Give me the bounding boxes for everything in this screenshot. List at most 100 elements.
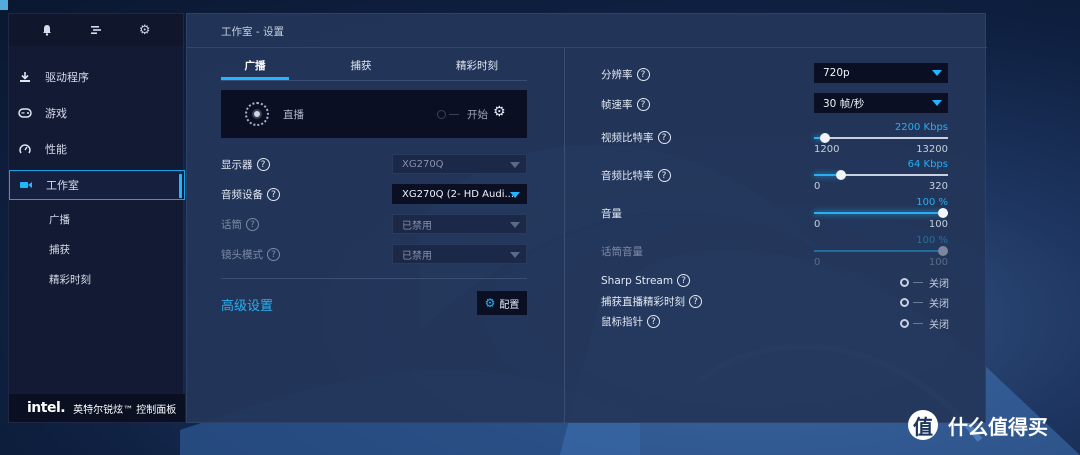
capture-highlights-toggle[interactable]: 关闭 xyxy=(900,295,949,310)
sidebar-top-bar: ⚙ xyxy=(9,14,183,46)
start-toggle[interactable] xyxy=(437,110,446,119)
sharp-stream-label: Sharp Stream? xyxy=(601,274,691,287)
app-name: 英特尔锐炫™ 控制面板 xyxy=(73,404,177,416)
help-icon[interactable]: ? xyxy=(647,315,660,328)
field-label: 显示器? xyxy=(221,157,270,172)
mouse-pointer-label: 鼠标指针? xyxy=(601,314,660,329)
watermark: 值 什么值得买 xyxy=(908,410,1048,440)
mic-select: 已禁用 xyxy=(392,214,527,234)
chevron-down-icon xyxy=(510,162,520,168)
help-icon[interactable]: ? xyxy=(267,188,280,201)
sidebar-subitem-broadcast[interactable]: 广播 xyxy=(49,212,70,227)
broadcast-icon xyxy=(245,102,269,126)
gamepad-icon xyxy=(17,108,33,118)
sidebar-item-label: 驱动程序 xyxy=(45,71,89,84)
resolution-select[interactable]: 720p xyxy=(814,63,948,83)
help-icon[interactable]: ? xyxy=(657,169,671,182)
chevron-down-icon xyxy=(932,70,942,76)
help-icon[interactable]: ? xyxy=(636,98,650,111)
slider-max: 13200 xyxy=(916,144,948,155)
help-icon[interactable]: ? xyxy=(636,68,650,81)
toggle-knob xyxy=(900,278,909,287)
divider xyxy=(187,47,987,48)
sidebar-item-label: 游戏 xyxy=(45,107,67,120)
help-icon[interactable]: ? xyxy=(256,158,270,171)
slider-knob[interactable] xyxy=(819,133,830,143)
active-indicator xyxy=(179,174,182,198)
audio-bitrate-label: 音频比特率? xyxy=(601,168,671,183)
slider-max: 320 xyxy=(928,181,948,192)
sidebar-footer: intel. 英特尔锐炫™ 控制面板 xyxy=(9,394,185,422)
gear-icon[interactable]: ⚙ xyxy=(135,20,155,40)
sidebar-subitem-capture[interactable]: 捕获 xyxy=(49,242,70,257)
watermark-logo: 值 xyxy=(908,410,938,440)
field-label: 镜头模式? xyxy=(221,247,280,262)
gauge-icon xyxy=(17,143,33,155)
volume-slider[interactable]: 100 % 0 100 xyxy=(814,197,948,233)
display-select: XG270Q xyxy=(392,154,527,174)
mic-volume-label: 话筒音量 xyxy=(601,246,643,258)
video-bitrate-label: 视频比特率? xyxy=(601,130,671,145)
audio-bitrate-slider[interactable]: 64 Kbps 0 320 xyxy=(814,159,948,195)
sidebar-item-performance[interactable]: 性能 xyxy=(9,134,185,164)
slider-knob xyxy=(938,246,948,256)
field-display: 显示器? XG270Q xyxy=(221,154,527,174)
tab-capture[interactable]: 捕获 xyxy=(327,58,395,73)
slider-knob[interactable] xyxy=(835,170,846,180)
slider-min: 0 xyxy=(814,219,821,230)
watermark-text: 什么值得买 xyxy=(948,414,1048,439)
tab-highlights[interactable]: 精彩时刻 xyxy=(443,58,511,73)
divider xyxy=(564,47,565,423)
slider-fill xyxy=(814,250,943,252)
toggle-state: 关闭 xyxy=(929,320,949,331)
download-icon xyxy=(17,71,33,83)
bell-icon[interactable] xyxy=(37,20,57,40)
chevron-down-icon xyxy=(932,100,942,106)
chevron-down-icon xyxy=(510,252,520,258)
help-icon[interactable]: ? xyxy=(689,295,702,308)
framerate-select[interactable]: 30 帧/秒 xyxy=(814,93,948,113)
configure-button[interactable]: ⚙ 配置 xyxy=(477,291,527,315)
field-camera-mode: 镜头模式? 已禁用 xyxy=(221,244,527,264)
camera-icon xyxy=(18,180,34,190)
chevron-down-icon xyxy=(510,222,520,228)
field-label: 音频设备? xyxy=(221,187,280,202)
mouse-pointer-toggle[interactable]: 关闭 xyxy=(900,316,949,331)
video-bitrate-slider[interactable]: 2200 Kbps 1200 13200 xyxy=(814,122,948,158)
slider-knob[interactable] xyxy=(938,208,948,218)
help-icon[interactable]: ? xyxy=(657,131,671,144)
slider-value: 100 % xyxy=(916,235,948,246)
intel-logo: intel. xyxy=(27,400,66,416)
field-audio-device: 音频设备? XG270Q (2- HD Audi... xyxy=(221,184,527,204)
advanced-settings-link[interactable]: 高级设置 xyxy=(221,295,273,314)
help-icon[interactable]: ? xyxy=(267,248,280,261)
help-icon[interactable]: ? xyxy=(246,218,259,231)
desktop-icon[interactable] xyxy=(0,0,8,10)
mic-volume-slider: 100 % 0 100 xyxy=(814,235,948,271)
audio-device-select[interactable]: XG270Q (2- HD Audi... xyxy=(392,184,527,204)
tab-broadcast[interactable]: 广播 xyxy=(221,58,289,73)
live-label: 直播 xyxy=(283,109,304,121)
volume-label: 音量 xyxy=(601,208,622,220)
slider-max: 100 xyxy=(928,257,948,268)
slider-value: 100 % xyxy=(916,197,948,208)
sidebar-item-studio[interactable]: 工作室 xyxy=(9,170,185,200)
field-mic: 话筒? 已禁用 xyxy=(221,214,527,234)
slider-min: 1200 xyxy=(814,144,840,155)
help-icon[interactable]: ? xyxy=(677,274,691,287)
slider-value: 2200 Kbps xyxy=(894,122,948,133)
gear-icon: ⚙ xyxy=(484,296,496,310)
settings-panel: 工作室 - 设置 广播 捕获 精彩时刻 直播 开始 ⚙ 显示器? XG270Q … xyxy=(186,13,987,423)
gear-icon[interactable]: ⚙ xyxy=(493,104,506,120)
sidebar-item-games[interactable]: 游戏 xyxy=(9,98,185,128)
list-icon[interactable] xyxy=(86,20,106,40)
sidebar-item-label: 工作室 xyxy=(46,179,79,192)
toggle-track xyxy=(449,114,459,115)
sharp-stream-toggle[interactable]: 关闭 xyxy=(900,275,949,290)
sidebar-subitem-highlights[interactable]: 精彩时刻 xyxy=(49,272,91,287)
configure-label: 配置 xyxy=(499,299,520,311)
sidebar-item-drivers[interactable]: 驱动程序 xyxy=(9,62,185,92)
camera-mode-select: 已禁用 xyxy=(392,244,527,264)
divider xyxy=(221,278,527,279)
tab-bar: 广播 捕获 精彩时刻 xyxy=(221,54,527,80)
